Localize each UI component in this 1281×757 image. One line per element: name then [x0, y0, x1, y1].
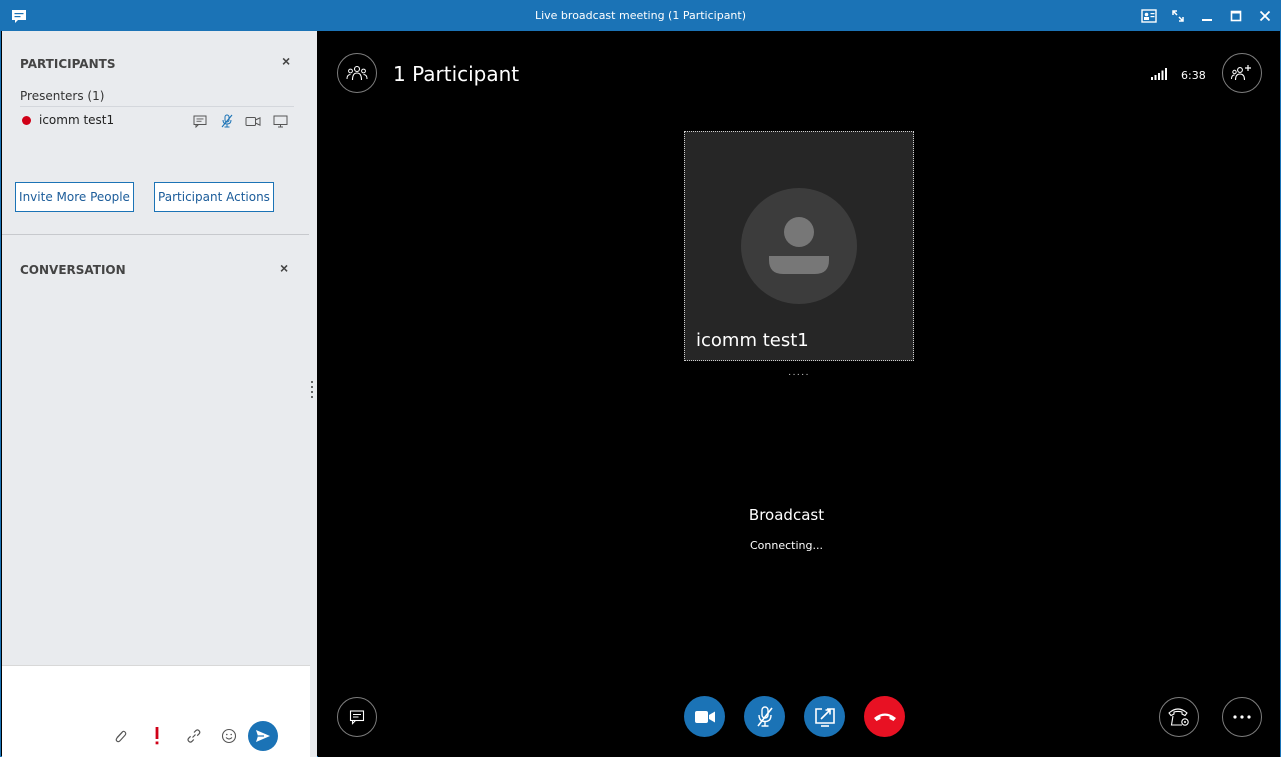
participant-muted-mic-icon[interactable] [218, 113, 236, 129]
presence-status-icon [22, 116, 31, 125]
close-icon [1259, 10, 1271, 22]
close-conversation-button[interactable]: × [280, 260, 288, 276]
expand-icon [1172, 10, 1184, 22]
call-controls-button[interactable] [1159, 697, 1199, 737]
close-window-button[interactable] [1255, 6, 1275, 26]
importance-icon[interactable] [147, 726, 167, 746]
open-conversation-button[interactable] [337, 697, 377, 737]
mute-button[interactable] [744, 696, 785, 737]
participant-video-icon[interactable] [244, 113, 262, 129]
participant-actions-button[interactable]: Participant Actions [154, 182, 274, 212]
broadcast-title: Broadcast [748, 506, 825, 524]
minimize-icon [1202, 19, 1212, 21]
more-options-button[interactable] [1222, 697, 1262, 737]
meeting-stage: 1 Participant 6:38 icomm test1 ····· Bro… [318, 31, 1280, 757]
presenters-group-label: Presenters (1) [20, 89, 105, 103]
minimize-button[interactable] [1197, 6, 1217, 26]
phone-settings-icon [1168, 708, 1189, 726]
send-button[interactable] [248, 721, 278, 751]
video-button[interactable] [684, 696, 725, 737]
attachment-icon[interactable] [110, 726, 130, 746]
contact-card-button[interactable] [1139, 6, 1159, 26]
close-participants-button[interactable]: × [282, 53, 290, 69]
participant-im-icon[interactable] [191, 113, 209, 129]
call-quality-icon [1151, 68, 1167, 80]
add-people-icon [1231, 65, 1251, 81]
participant-screen-share-icon[interactable] [271, 113, 289, 129]
full-screen-button[interactable] [1168, 6, 1188, 26]
participant-row[interactable]: icomm test1 [20, 113, 296, 131]
divider [20, 106, 294, 107]
video-camera-icon [694, 710, 715, 723]
participant-count: 1 Participant [393, 62, 520, 86]
invite-more-people-button[interactable]: Invite More People [15, 182, 134, 212]
window-title: Live broadcast meeting (1 Participant) [534, 9, 747, 22]
panel-resize-handle[interactable] [311, 381, 314, 405]
present-button[interactable] [804, 696, 845, 737]
avatar [741, 188, 857, 304]
message-compose-area[interactable] [2, 665, 310, 757]
participants-heading: PARTICIPANTS [20, 57, 116, 71]
muted-microphone-icon [756, 705, 773, 727]
send-icon [256, 730, 270, 742]
title-bar: Live broadcast meeting (1 Participant) [1, 1, 1280, 31]
participant-name: icomm test1 [39, 113, 115, 127]
tile-participant-name: icomm test1 [696, 330, 809, 351]
show-participants-button[interactable] [337, 53, 377, 93]
section-divider [2, 234, 309, 235]
broadcast-status: Connecting... [750, 539, 823, 552]
present-screen-icon [814, 707, 835, 727]
hang-up-icon [873, 713, 896, 721]
participant-video-tile[interactable]: icomm test1 [684, 131, 914, 361]
participants-icon [346, 65, 368, 81]
add-people-button[interactable] [1222, 53, 1262, 93]
tile-resize-handle[interactable]: ····· [788, 369, 810, 380]
maximize-button[interactable] [1226, 6, 1246, 26]
contact-card-icon [1141, 9, 1157, 23]
hang-up-button[interactable] [864, 696, 905, 737]
more-icon [1233, 715, 1251, 719]
call-timer: 6:38 [1181, 69, 1206, 82]
chat-icon [349, 710, 365, 725]
meeting-window: Live broadcast meeting (1 Participant) P… [0, 0, 1281, 757]
link-icon[interactable] [184, 726, 204, 746]
side-panel: PARTICIPANTS × Presenters (1) icomm test… [2, 31, 317, 757]
conversation-heading: CONVERSATION [20, 263, 126, 277]
default-avatar-icon [769, 217, 829, 274]
maximize-icon [1230, 10, 1242, 22]
emoticon-icon[interactable] [219, 726, 239, 746]
